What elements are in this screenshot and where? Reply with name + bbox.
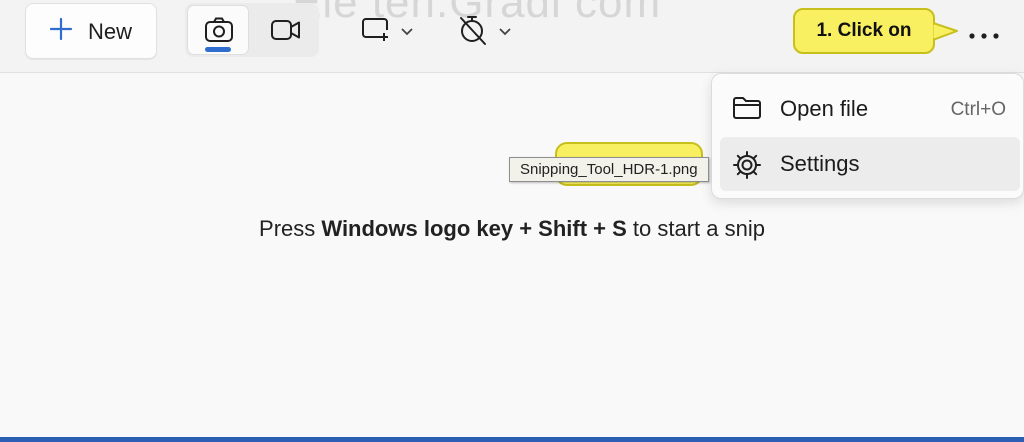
rectangle-snip-icon: [360, 16, 392, 49]
hint-shortcut: Windows logo key + Shift + S: [321, 216, 627, 241]
plus-icon: [48, 16, 74, 47]
video-icon: [270, 19, 302, 46]
more-options-menu: Open file Ctrl+O Settings: [711, 73, 1024, 199]
menu-item-open-file[interactable]: Open file Ctrl+O: [720, 82, 1020, 136]
snip-shape-dropdown[interactable]: [360, 12, 418, 48]
menu-item-settings[interactable]: Settings: [720, 137, 1020, 191]
folder-icon: [732, 95, 762, 126]
timer-off-icon: [458, 14, 488, 51]
snip-hint: Press Windows logo key + Shift + S to st…: [0, 216, 1024, 242]
delay-timer-dropdown[interactable]: [458, 12, 516, 48]
camera-icon: [204, 17, 234, 48]
window-border: [0, 437, 1024, 442]
more-horizontal-icon: [968, 27, 1000, 45]
video-mode-button[interactable]: [255, 5, 317, 55]
menu-item-label: Open file: [780, 96, 869, 121]
hint-suffix: to start a snip: [626, 216, 765, 241]
more-options-button[interactable]: [962, 14, 1006, 48]
screenshot-mode-button[interactable]: [187, 5, 249, 55]
filename-tooltip: Snipping_Tool_HDR-1.png: [509, 157, 709, 182]
menu-item-shortcut: Ctrl+O: [950, 99, 1006, 120]
capture-mode-toggle: [185, 3, 319, 57]
gear-icon: [732, 150, 762, 185]
chevron-down-icon: [498, 24, 512, 42]
hint-prefix: Press: [259, 216, 322, 241]
chevron-down-icon: [400, 24, 414, 42]
callout-pointer: [930, 22, 959, 47]
active-mode-indicator: [205, 47, 231, 52]
new-button-label: New: [88, 19, 133, 44]
step-callout: 1. Click on: [793, 8, 935, 54]
new-button[interactable]: New: [25, 3, 157, 59]
menu-item-label: Settings: [780, 151, 860, 176]
